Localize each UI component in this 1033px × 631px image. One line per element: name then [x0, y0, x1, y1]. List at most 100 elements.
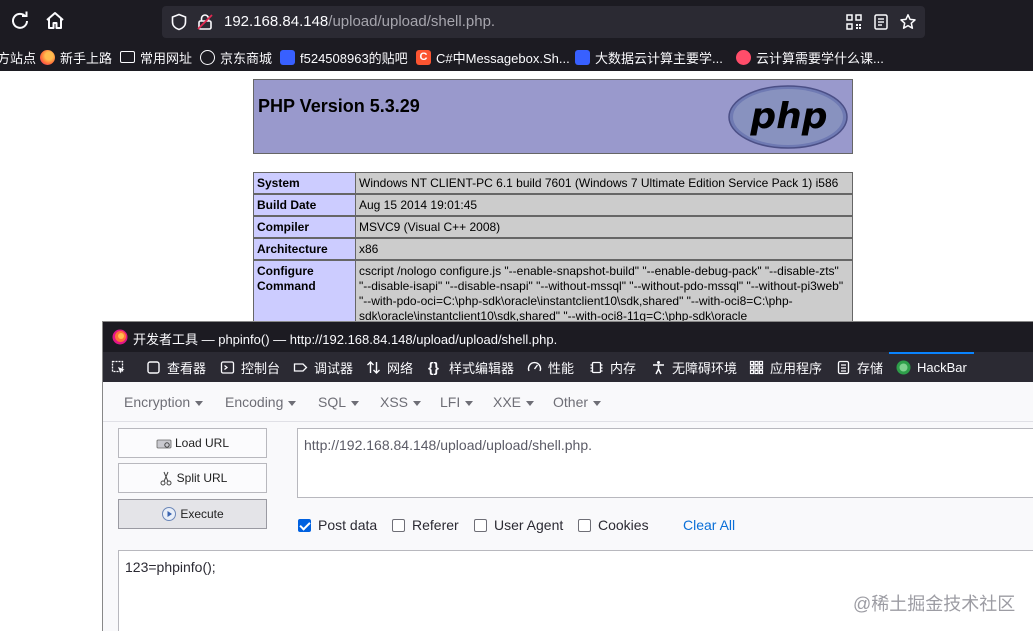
tab-accessibility[interactable]: 无障碍环境 [651, 358, 737, 376]
button-label: Load URL [174, 436, 230, 450]
home-icon[interactable] [44, 10, 66, 32]
tab-style-editor[interactable]: {} 样式编辑器 [428, 358, 514, 376]
reader-view-icon[interactable] [872, 13, 890, 31]
phpinfo-value: cscript /nologo configure.js "--enable-s… [356, 260, 853, 322]
tab-label: 查看器 [167, 360, 207, 376]
execute-button[interactable]: Execute [118, 499, 267, 529]
bookmark-item[interactable]: 新手上路 [40, 48, 112, 66]
bookmark-item[interactable]: 大数据云计算主要学... [575, 48, 723, 66]
phpinfo-key: System [253, 172, 356, 194]
phpinfo-key: Compiler [253, 216, 356, 238]
phpinfo-row-configure-command: Configure Command cscript /nologo config… [253, 260, 853, 322]
bookmark-item[interactable]: 常用网址 [120, 48, 192, 66]
menu-xxe[interactable]: XXE [493, 394, 535, 410]
php-version-title: PHP Version 5.3.29 [258, 96, 420, 116]
tab-label: 样式编辑器 [449, 360, 515, 376]
checkbox-label: Post data [318, 517, 378, 533]
url-text[interactable]: 192.168.84.148/upload/upload/shell.php. [224, 13, 495, 30]
bookmark-label: f524508963的贴吧 [300, 50, 408, 66]
phpinfo-value: Windows NT CLIENT-PC 6.1 build 7601 (Win… [356, 172, 853, 194]
phpinfo-row-build-date: Build Date Aug 15 2014 19:01:45 [253, 194, 853, 216]
tab-network[interactable]: 网络 [366, 358, 413, 376]
bookmark-label: C#中Messagebox.Sh... [436, 50, 570, 66]
tab-storage[interactable]: 存储 [836, 358, 883, 376]
globe-icon [200, 49, 215, 65]
tab-inspector[interactable]: 查看器 [146, 358, 206, 376]
menu-encryption[interactable]: Encryption [124, 394, 204, 410]
csdn-c-icon: C [416, 49, 431, 65]
devtools-tabbar: 查看器 控制台 调试器 网络 {} 样式编辑器 性能 内存 无障碍环境 应用程序… [103, 352, 1033, 382]
menu-label: XXE [493, 394, 522, 410]
url-host: 192.168.84.148 [224, 13, 329, 30]
tab-label: 网络 [387, 360, 414, 376]
checkbox-label: Cookies [598, 517, 649, 533]
chevron-down-icon [351, 400, 360, 406]
tab-hackbar[interactable]: HackBar [896, 358, 967, 376]
bookmark-label: 常用网址 [140, 50, 193, 66]
pick-element-icon[interactable] [111, 358, 132, 376]
reload-icon[interactable] [9, 10, 31, 32]
split-url-button[interactable]: Split URL [118, 463, 267, 493]
tab-label: 调试器 [314, 360, 354, 376]
menu-label: Encoding [225, 394, 284, 410]
bookmark-item[interactable]: 京东商城 [200, 48, 272, 66]
menu-lfi[interactable]: LFI [440, 394, 474, 410]
bookmarks-bar: 方站点 新手上路 常用网址 京东商城 f524508963的贴吧 C C#中Me… [0, 42, 1033, 71]
clear-all-link[interactable]: Clear All [683, 517, 735, 533]
menu-label: XSS [380, 394, 409, 410]
checkbox-checked[interactable] [298, 518, 311, 532]
zhihu-bird-icon [736, 49, 751, 65]
qr-code-icon[interactable] [845, 13, 863, 31]
bookmark-star-icon[interactable] [899, 13, 917, 31]
performance-icon [527, 361, 542, 371]
referer-checkbox[interactable]: Referer [392, 517, 459, 533]
button-label: Execute [180, 507, 224, 521]
menu-other[interactable]: Other [553, 394, 602, 410]
watermark-text: @稀土掘金技术社区 [853, 594, 1016, 614]
folder-icon [120, 51, 135, 63]
bookmark-item[interactable]: f524508963的贴吧 [280, 48, 408, 66]
application-icon [749, 360, 764, 374]
url-bar[interactable]: 192.168.84.148/upload/upload/shell.php. [162, 6, 925, 38]
menu-xss[interactable]: XSS [380, 394, 422, 410]
post-data-checkbox[interactable]: Post data [298, 517, 377, 533]
checkbox-unchecked[interactable] [474, 518, 487, 532]
php-logo-text: php [749, 96, 827, 137]
phpinfo-value: Aug 15 2014 19:01:45 [356, 194, 853, 216]
tab-debugger[interactable]: 调试器 [293, 358, 353, 376]
chevron-down-icon [593, 400, 602, 406]
checkbox-unchecked[interactable] [578, 518, 591, 532]
insecure-lock-icon[interactable] [196, 13, 214, 31]
devtools-title: 开发者工具 — phpinfo() — http://192.168.84.14… [133, 332, 558, 347]
load-url-icon [156, 439, 172, 449]
bookmark-item[interactable]: 方站点 [0, 48, 36, 66]
bookmark-label: 新手上路 [60, 50, 113, 66]
menu-encoding[interactable]: Encoding [225, 394, 297, 410]
memory-icon [590, 361, 603, 373]
cookies-checkbox[interactable]: Cookies [578, 517, 649, 533]
firefox-icon [112, 329, 128, 345]
phpinfo-header: PHP Version 5.3.29 php [253, 79, 853, 154]
bookmark-item[interactable]: C C#中Messagebox.Sh... [416, 48, 570, 66]
url-textarea[interactable]: http://192.168.84.148/upload/upload/shel… [297, 428, 1033, 498]
bookmark-item[interactable]: 云计算需要学什么课... [736, 48, 884, 66]
tab-memory[interactable]: 内存 [589, 358, 636, 376]
checkbox-label: User Agent [494, 517, 564, 533]
tab-label: HackBar [917, 359, 967, 375]
tab-performance[interactable]: 性能 [527, 358, 574, 376]
shield-icon[interactable] [170, 13, 188, 31]
load-url-button[interactable]: Load URL [118, 428, 267, 458]
phpinfo-row-system: System Windows NT CLIENT-PC 6.1 build 76… [253, 172, 853, 194]
user-agent-checkbox[interactable]: User Agent [474, 517, 563, 533]
tab-console[interactable]: 控制台 [220, 358, 280, 376]
tab-application[interactable]: 应用程序 [749, 358, 822, 376]
chevron-down-icon [195, 400, 204, 406]
phpinfo-key: Build Date [253, 194, 356, 216]
chevron-down-icon [288, 400, 297, 406]
bookmark-label: 云计算需要学什么课... [756, 50, 884, 66]
tab-label: 内存 [610, 360, 637, 376]
menu-sql[interactable]: SQL [318, 394, 360, 410]
phpinfo-key: Architecture [253, 238, 356, 260]
phpinfo-value: x86 [356, 238, 853, 260]
checkbox-unchecked[interactable] [392, 518, 405, 532]
